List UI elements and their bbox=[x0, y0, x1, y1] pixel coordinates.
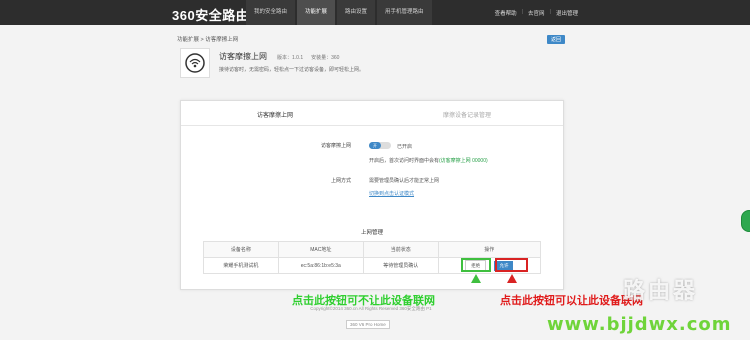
watermark-url: www.bjjdwx.com bbox=[547, 314, 732, 335]
floating-widget[interactable] bbox=[741, 210, 750, 232]
col-actions: 操作 bbox=[437, 241, 542, 258]
logout-link[interactable]: 退出管理 bbox=[556, 9, 578, 17]
guest-access-toggle[interactable]: 开 bbox=[369, 142, 391, 149]
table-caption: 上网管理 bbox=[360, 230, 383, 236]
annotation-deny: 点击此按钮可不让此设备联网 bbox=[292, 294, 435, 307]
allow-highlight-box bbox=[495, 258, 528, 272]
app-version: 版本：1.0.1 bbox=[277, 55, 304, 61]
green-arrow-icon bbox=[471, 274, 481, 283]
hint-text: 开启后，首次访问时界面中会有 bbox=[369, 158, 440, 164]
help-link[interactable]: 查看帮助 bbox=[495, 9, 517, 17]
app-title: 访客摩擦上网 bbox=[219, 52, 267, 61]
switch-mode-link[interactable]: 切换到点击认证模式 bbox=[369, 190, 414, 197]
toggle-label: 访客摩擦上网 bbox=[320, 143, 351, 149]
nav-tab-my-router[interactable]: 我的安全路由 bbox=[246, 0, 296, 25]
col-device-name: 设备名称 bbox=[203, 241, 279, 258]
back-button[interactable]: 返回 bbox=[547, 35, 566, 44]
link-separator: | bbox=[549, 9, 551, 15]
toggle-hint: 开启后，首次访问时界面中会有(访客摩擦上网 00000) bbox=[369, 157, 488, 164]
hint-highlight: (访客摩擦上网 00000) bbox=[439, 158, 488, 164]
col-status: 当前状态 bbox=[362, 241, 439, 258]
nav-tab-mobile-manage[interactable]: 用手机管理路由 bbox=[377, 0, 432, 25]
app-meta: 版本：1.0.1 安装量：360 bbox=[277, 54, 339, 61]
deny-highlight-box bbox=[461, 258, 491, 272]
col-mac: MAC地址 bbox=[277, 241, 364, 258]
toggle-on-label: 开 bbox=[369, 142, 381, 149]
official-site-link[interactable]: 去官网 bbox=[528, 9, 545, 17]
top-links: 查看帮助 | 去官网 | 退出管理 bbox=[495, 9, 578, 17]
breadcrumb: 功能扩展 > 访客摩擦上网 bbox=[177, 37, 239, 43]
device-name-cell: 荣耀手机测试机 bbox=[203, 257, 279, 274]
logo-text: 360安全路由 bbox=[172, 8, 250, 23]
status-cell: 等待管理员确认 bbox=[362, 257, 439, 274]
app-icon bbox=[180, 48, 210, 78]
wifi-touch-icon bbox=[185, 53, 205, 73]
nav-tab-extensions[interactable]: 功能扩展 bbox=[297, 0, 336, 25]
nav-tab-router-settings[interactable]: 路由设置 bbox=[337, 0, 376, 25]
footer-button[interactable]: 360 V6 Pro Home bbox=[346, 320, 390, 329]
top-bar: 360安全路由P1 我的安全路由 功能扩展 路由设置 用手机管理路由 查看帮助 … bbox=[0, 0, 750, 25]
tab-guest-access[interactable]: 访客摩擦上网 bbox=[257, 110, 293, 119]
app-installs: 安装量：360 bbox=[311, 55, 340, 61]
link-separator: | bbox=[521, 9, 524, 15]
panel-tabs: 访客摩擦上网 摩擦设备记录管理 bbox=[181, 101, 563, 126]
app-description: 接待访客时，无需密码，轻松点一下过访客设备，即可轻松上网。 bbox=[219, 67, 365, 73]
main-nav: 我的安全路由 功能扩展 路由设置 用手机管理路由 bbox=[246, 0, 434, 25]
red-arrow-icon bbox=[507, 274, 517, 283]
tab-device-records[interactable]: 摩擦设备记录管理 bbox=[443, 110, 491, 119]
watermark-logo: 路由器 bbox=[623, 278, 699, 303]
annotation-allow: 点击此按钮可以让此设备联网 bbox=[500, 294, 643, 307]
method-value: 需要管理员确认后才能正常上网 bbox=[369, 178, 440, 184]
mac-cell: ec:5a:86:1b:e5:3a bbox=[277, 257, 364, 274]
method-label: 上网方式 bbox=[330, 178, 351, 184]
toggle-state-text: 已开启 bbox=[397, 144, 413, 150]
table-header-row: 设备名称 MAC地址 当前状态 操作 bbox=[203, 241, 542, 258]
